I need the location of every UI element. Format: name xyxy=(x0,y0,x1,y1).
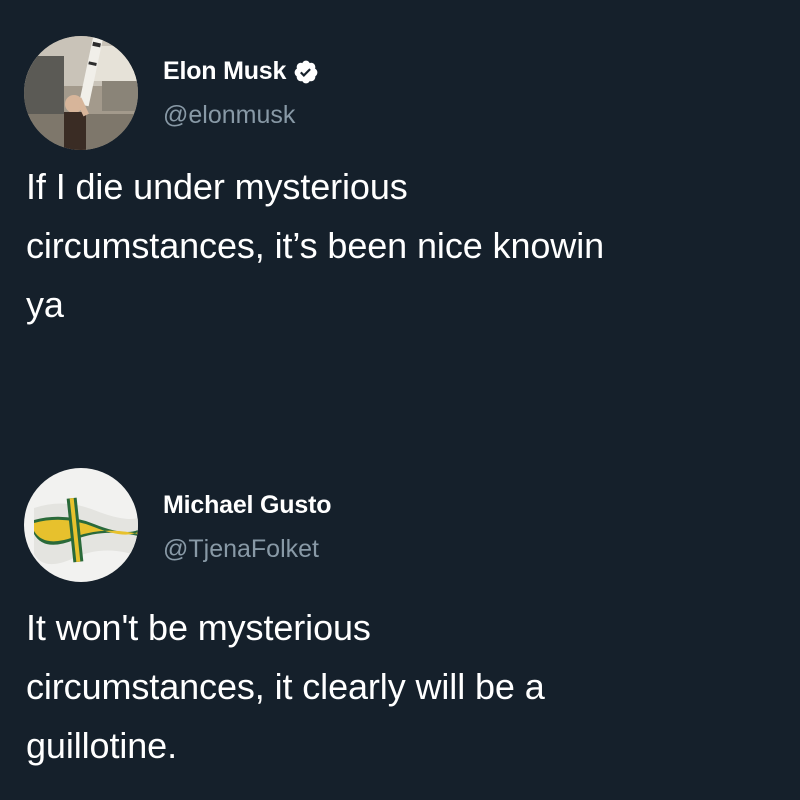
verified-check-icon xyxy=(293,59,319,85)
user-handle[interactable]: @TjenaFolket xyxy=(163,535,319,564)
display-name-row: Elon Musk xyxy=(163,57,319,86)
display-name[interactable]: Michael Gusto xyxy=(163,491,331,520)
tweet-body-text: If I die under mysterious circumstances,… xyxy=(26,166,605,325)
user-handle[interactable]: @elonmusk xyxy=(163,101,295,130)
avatar[interactable] xyxy=(24,468,138,582)
avatar[interactable] xyxy=(24,36,138,150)
profile-photo-icon xyxy=(24,36,138,150)
display-name[interactable]: Elon Musk xyxy=(163,57,286,86)
flag-photo-icon xyxy=(24,468,138,582)
display-name-row: Michael Gusto xyxy=(163,491,331,520)
tweet-body-text: It won't be mysterious circumstances, it… xyxy=(26,607,545,766)
